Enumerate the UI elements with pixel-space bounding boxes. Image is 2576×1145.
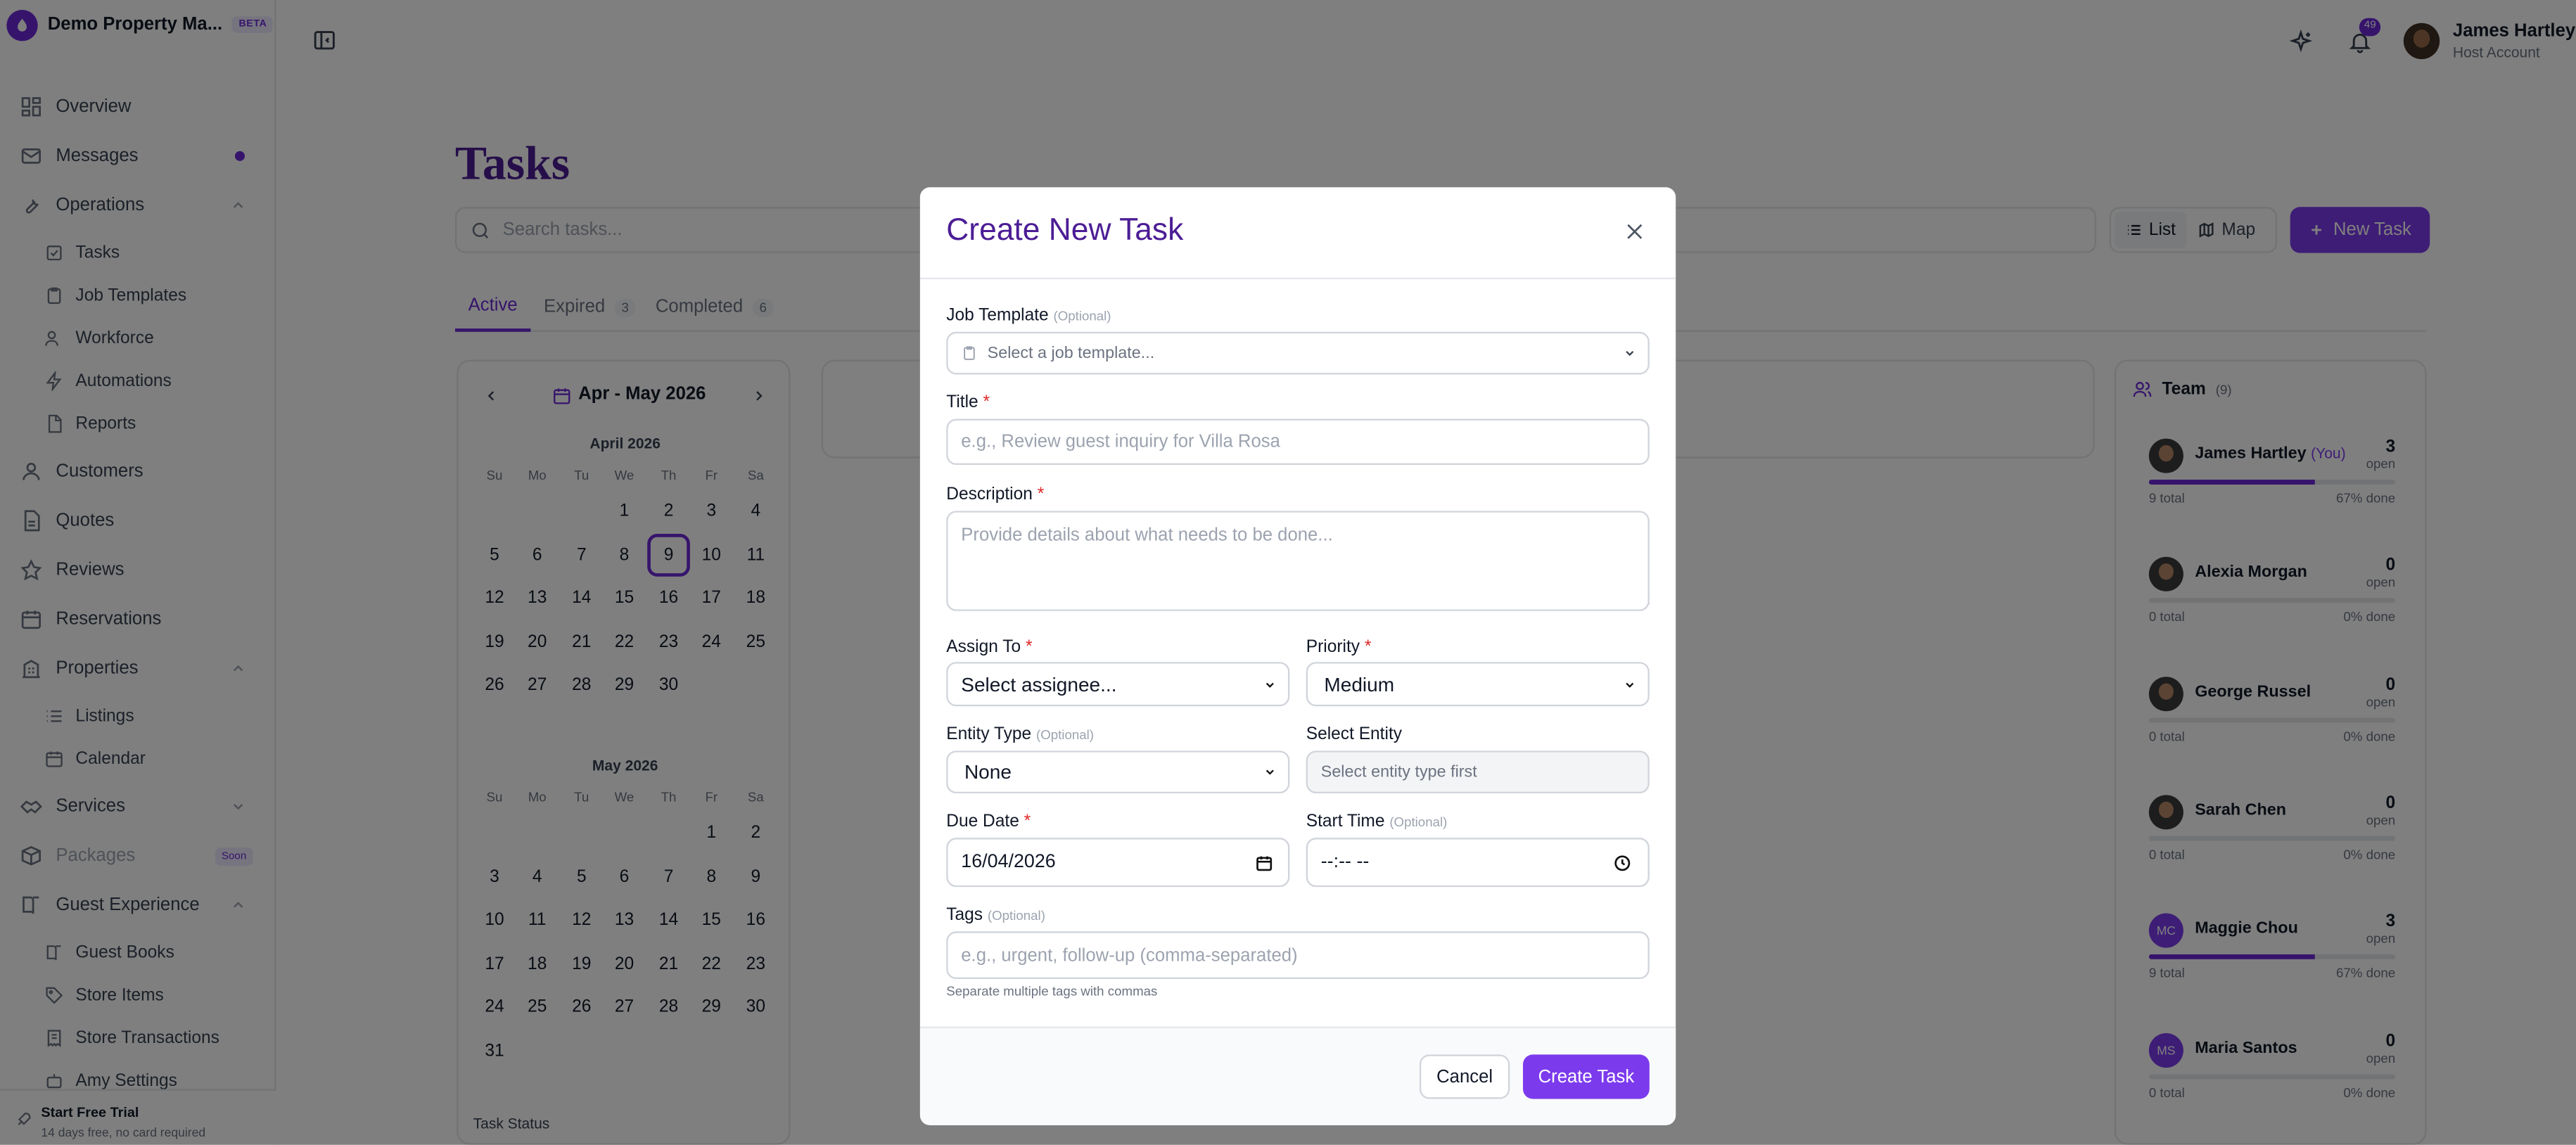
priority-value: Medium	[1324, 672, 1395, 696]
calendar-icon[interactable]	[1255, 853, 1273, 871]
clock-icon[interactable]	[1613, 853, 1631, 871]
clipboard-icon	[961, 345, 977, 361]
create-task-button[interactable]: Create Task	[1523, 1054, 1650, 1099]
start-time-label: Start Time (Optional)	[1306, 811, 1448, 831]
chevron-down-icon	[1263, 765, 1277, 779]
priority-select[interactable]: Medium	[1306, 662, 1650, 707]
assign-to-select[interactable]: Select assignee...	[946, 662, 1290, 707]
app-root: Demo Property Ma... BETA OverviewMessage…	[0, 0, 2576, 1145]
assign-to-value: Select assignee...	[961, 672, 1117, 696]
start-time-value: --:-- --	[1320, 852, 1370, 873]
select-entity-input: Select entity type first	[1306, 750, 1650, 794]
description-placeholder: Provide details about what needs to be d…	[961, 525, 1333, 546]
title-placeholder: e.g., Review guest inquiry for Villa Ros…	[961, 432, 1280, 452]
start-time-input[interactable]: --:-- --	[1306, 838, 1650, 888]
description-textarea[interactable]: Provide details about what needs to be d…	[946, 511, 1650, 611]
priority-label: Priority *	[1306, 637, 1372, 658]
due-date-value: 16/04/2026	[961, 852, 1056, 873]
select-entity-placeholder: Select entity type first	[1320, 762, 1477, 781]
chevron-down-icon	[1623, 347, 1636, 360]
due-date-label: Due Date *	[946, 811, 1031, 831]
job-template-select[interactable]: Select a job template...	[946, 331, 1650, 375]
chevron-down-icon	[1623, 677, 1636, 691]
tags-hint: Separate multiple tags with commas	[946, 983, 1158, 999]
tags-input[interactable]: e.g., urgent, follow-up (comma-separated…	[946, 931, 1650, 979]
entity-type-label: Entity Type (Optional)	[946, 724, 1095, 744]
job-template-label: Job Template (Optional)	[946, 305, 1111, 326]
tags-placeholder: e.g., urgent, follow-up (comma-separated…	[961, 945, 1298, 966]
select-entity-label: Select Entity	[1306, 724, 1403, 744]
tags-label: Tags (Optional)	[946, 904, 1045, 925]
entity-type-value: None	[964, 760, 1012, 784]
chevron-down-icon	[1263, 677, 1277, 691]
title-label: Title *	[946, 392, 990, 413]
title-input[interactable]: e.g., Review guest inquiry for Villa Ros…	[946, 418, 1650, 465]
assign-to-label: Assign To *	[946, 637, 1033, 658]
cancel-button[interactable]: Cancel	[1419, 1054, 1510, 1099]
description-label: Description *	[946, 484, 1045, 504]
modal-title: Create New Task	[946, 213, 1184, 248]
job-template-placeholder: Select a job template...	[987, 344, 1155, 362]
entity-type-select[interactable]: None	[946, 750, 1290, 794]
due-date-input[interactable]: 16/04/2026	[946, 838, 1290, 888]
close-icon[interactable]	[1623, 220, 1646, 243]
modal-divider	[919, 277, 1676, 280]
